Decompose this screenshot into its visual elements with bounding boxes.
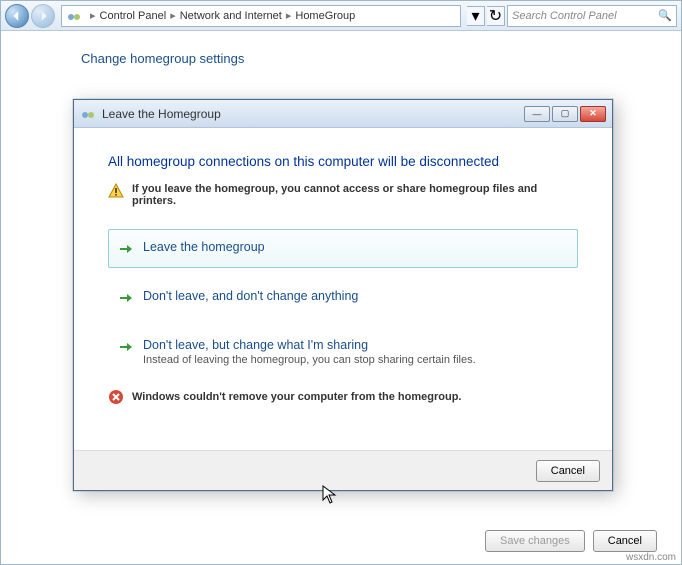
explorer-toolbar: ▸ Control Panel ▸ Network and Internet ▸… (1, 1, 681, 31)
homegroup-small-icon (80, 106, 96, 122)
address-bar[interactable]: ▸ Control Panel ▸ Network and Internet ▸… (61, 5, 461, 27)
warning-row: If you leave the homegroup, you cannot a… (108, 183, 578, 207)
crumb-control-panel[interactable]: Control Panel (100, 10, 167, 22)
back-button[interactable] (5, 4, 29, 28)
option-dont-leave-nochange[interactable]: Don't leave, and don't change anything (108, 278, 578, 317)
dialog-heading: All homegroup connections on this comput… (108, 154, 578, 169)
close-button[interactable]: ✕ (580, 106, 606, 122)
error-icon (108, 389, 124, 405)
bg-cancel-button[interactable]: Cancel (593, 530, 657, 552)
refresh-button[interactable]: ↻ (487, 6, 505, 26)
arrow-left-icon (11, 10, 23, 22)
dialog-body: All homegroup connections on this comput… (74, 128, 612, 405)
leave-homegroup-dialog: Leave the Homegroup — ▢ ✕ All homegroup … (73, 99, 613, 491)
crumb-network[interactable]: Network and Internet (180, 10, 282, 22)
option-label: Don't leave, and don't change anything (143, 289, 358, 303)
dialog-title: Leave the Homegroup (102, 107, 221, 121)
search-input[interactable]: Search Control Panel 🔍 (507, 5, 677, 27)
arrow-right-icon (117, 339, 133, 355)
search-placeholder: Search Control Panel (512, 10, 617, 22)
page-title: Change homegroup settings (81, 51, 661, 66)
attribution-text: wsxdn.com (626, 552, 676, 563)
dialog-titlebar[interactable]: Leave the Homegroup — ▢ ✕ (74, 100, 612, 128)
option-subtext: Instead of leaving the homegroup, you ca… (143, 354, 476, 366)
arrow-right-icon (117, 241, 133, 257)
control-panel-footer: Save changes Cancel (485, 530, 657, 552)
warning-text: If you leave the homegroup, you cannot a… (132, 183, 578, 207)
mouse-cursor-icon (322, 485, 338, 505)
crumb-homegroup[interactable]: HomeGroup (295, 10, 355, 22)
homegroup-icon (66, 8, 82, 24)
error-row: Windows couldn't remove your computer fr… (108, 389, 578, 405)
arrow-right-icon (37, 10, 49, 22)
warning-icon (108, 183, 124, 199)
error-text: Windows couldn't remove your computer fr… (132, 391, 461, 403)
dialog-cancel-button[interactable]: Cancel (536, 460, 600, 482)
option-label: Don't leave, but change what I'm sharing (143, 338, 476, 352)
arrow-right-icon (117, 290, 133, 306)
address-dropdown-button[interactable]: ▾ (467, 6, 485, 26)
forward-button[interactable] (31, 4, 55, 28)
minimize-button[interactable]: — (524, 106, 550, 122)
save-changes-button[interactable]: Save changes (485, 530, 585, 552)
option-leave-homegroup[interactable]: Leave the homegroup (108, 229, 578, 268)
option-dont-leave-change-sharing[interactable]: Don't leave, but change what I'm sharing… (108, 327, 578, 377)
option-label: Leave the homegroup (143, 240, 265, 254)
maximize-button[interactable]: ▢ (552, 106, 578, 122)
search-icon: 🔍 (658, 9, 672, 22)
dialog-footer: Cancel (74, 450, 612, 490)
